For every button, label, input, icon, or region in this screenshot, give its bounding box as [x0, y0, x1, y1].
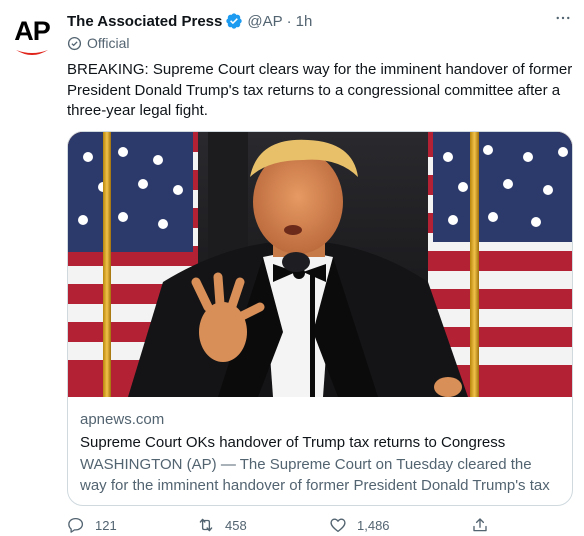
- link-card-title: Supreme Court OKs handover of Trump tax …: [80, 434, 506, 451]
- official-label[interactable]: Official: [67, 35, 130, 51]
- article-photo: [68, 132, 572, 397]
- avatar[interactable]: AP: [10, 14, 54, 58]
- reply-button[interactable]: 121: [67, 516, 117, 534]
- more-dots-icon[interactable]: [554, 9, 572, 32]
- separator-dot: ·: [286, 12, 292, 30]
- like-count: 1,486: [357, 517, 390, 533]
- tweet-actions: 121 458 1,486: [67, 516, 487, 536]
- ap-logo-swoosh-icon: [16, 50, 48, 55]
- retweet-count: 458: [225, 517, 247, 533]
- retweet-button[interactable]: 458: [197, 516, 247, 534]
- tweet-header: The Associated Press @AP · 1h: [67, 10, 574, 32]
- link-card-meta: apnews.com Supreme Court OKs handover of…: [80, 410, 560, 505]
- ap-logo-text: AP: [14, 16, 51, 46]
- official-label-text: Official: [87, 35, 130, 51]
- author-handle[interactable]: @AP: [247, 13, 282, 30]
- reply-icon: [68, 517, 84, 533]
- heart-icon: [330, 518, 346, 533]
- reply-count: 121: [95, 517, 117, 533]
- link-card-description: WASHINGTON (AP) — The Supreme Court on T…: [80, 456, 550, 505]
- official-check-icon: [67, 36, 82, 50]
- link-card[interactable]: apnews.com Supreme Court OKs handover of…: [67, 131, 573, 506]
- tweet-text: BREAKING: Supreme Court clears way for t…: [67, 61, 573, 119]
- link-card-domain: apnews.com: [80, 411, 165, 428]
- share-icon: [473, 518, 487, 532]
- share-button[interactable]: [471, 516, 489, 534]
- like-button[interactable]: 1,486: [329, 516, 390, 534]
- tweet-timestamp[interactable]: 1h: [296, 13, 313, 30]
- retweet-icon: [199, 518, 213, 532]
- verified-badge-icon: [225, 12, 243, 30]
- author-name[interactable]: The Associated Press: [67, 13, 222, 30]
